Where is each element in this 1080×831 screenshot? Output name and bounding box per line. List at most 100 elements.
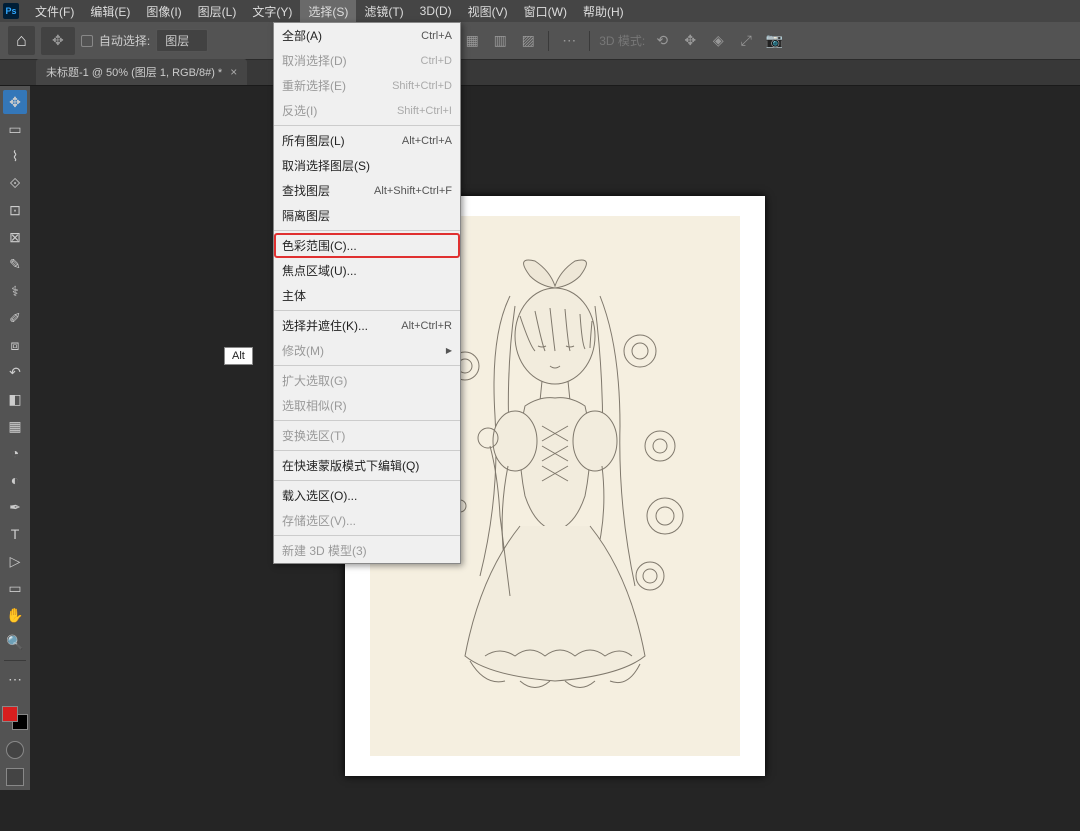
layer-select-dropdown[interactable]: 图层 bbox=[156, 29, 208, 52]
history-brush-tool[interactable]: ↶ bbox=[3, 360, 27, 384]
3d-pan-icon[interactable]: ✥ bbox=[679, 30, 701, 52]
screen-mode-toggle[interactable] bbox=[6, 768, 24, 786]
healing-tool[interactable]: ⚕ bbox=[3, 279, 27, 303]
menu-item[interactable]: 焦点区域(U)... bbox=[274, 258, 460, 283]
gradient-tool[interactable]: ▦ bbox=[3, 414, 27, 438]
menu-item-label: 选择并遮住(K)... bbox=[282, 317, 368, 334]
hand-tool[interactable]: ✋ bbox=[3, 603, 27, 627]
move-tool-icon[interactable]: ✥ bbox=[47, 30, 69, 52]
stamp-tool[interactable]: ⧈ bbox=[3, 333, 27, 357]
crop-tool[interactable]: ⊡ bbox=[3, 198, 27, 222]
menu-item-label: 扩大选取(G) bbox=[282, 372, 347, 389]
menu-edit[interactable]: 编辑(E) bbox=[82, 0, 138, 23]
menu-item-label: 色彩范围(C)... bbox=[282, 237, 357, 254]
eraser-tool[interactable]: ◧ bbox=[3, 387, 27, 411]
3d-zoom-icon[interactable]: ◈ bbox=[707, 30, 729, 52]
menu-item: 存储选区(V)... bbox=[274, 508, 460, 533]
blur-tool[interactable]: ◔ bbox=[3, 441, 27, 465]
menu-item-shortcut: Alt+Ctrl+R bbox=[401, 320, 452, 332]
edit-toolbar[interactable]: ⋯ bbox=[3, 667, 27, 691]
menu-item: 修改(M) bbox=[274, 338, 460, 363]
align-right-icon[interactable]: ▥ bbox=[489, 30, 511, 52]
menu-item: 扩大选取(G) bbox=[274, 368, 460, 393]
document-tab[interactable]: 未标题-1 @ 50% (图层 1, RGB/8#) * × bbox=[36, 59, 247, 85]
menu-item-shortcut: Ctrl+A bbox=[421, 30, 452, 42]
menu-item-shortcut: Alt+Ctrl+A bbox=[402, 135, 452, 147]
distribute-icon[interactable]: ▨ bbox=[517, 30, 539, 52]
menu-layer[interactable]: 图层(L) bbox=[190, 0, 245, 23]
quick-select-tool[interactable]: ⟐ bbox=[3, 171, 27, 195]
menu-item[interactable]: 所有图层(L) Alt+Ctrl+A bbox=[274, 128, 460, 153]
menu-item[interactable]: 载入选区(O)... bbox=[274, 483, 460, 508]
more-icon[interactable]: ⋯ bbox=[558, 30, 580, 52]
menu-item[interactable]: 隔离图层 bbox=[274, 203, 460, 228]
3d-rotate-icon[interactable]: ⤢ bbox=[735, 30, 757, 52]
toolbox: ✥ ▭ ⌇ ⟐ ⊡ ⊠ ✎ ⚕ ✐ ⧈ ↶ ◧ ▦ ◔ ◐ ✒ T ▷ ▭ ✋ … bbox=[0, 86, 30, 790]
brush-tool[interactable]: ✐ bbox=[3, 306, 27, 330]
menu-item[interactable]: 在快速蒙版模式下编辑(Q) bbox=[274, 453, 460, 478]
menu-file[interactable]: 文件(F) bbox=[27, 0, 82, 23]
menu-item[interactable]: 全部(A)Ctrl+A bbox=[274, 23, 460, 48]
menu-filter[interactable]: 滤镜(T) bbox=[356, 0, 411, 23]
3d-orbit-icon[interactable]: ⟲ bbox=[651, 30, 673, 52]
menu-item: 变换选区(T) bbox=[274, 423, 460, 448]
menu-item-shortcut: Shift+Ctrl+I bbox=[397, 105, 452, 117]
menu-item[interactable]: 色彩范围(C)... bbox=[274, 233, 460, 258]
shape-tool[interactable]: ▭ bbox=[3, 576, 27, 600]
divider bbox=[589, 31, 590, 51]
menu-image[interactable]: 图像(I) bbox=[138, 0, 189, 23]
menu-3d[interactable]: 3D(D) bbox=[412, 1, 460, 21]
zoom-tool[interactable]: 🔍 bbox=[3, 630, 27, 654]
frame-tool[interactable]: ⊠ bbox=[3, 225, 27, 249]
pen-tool[interactable]: ✒ bbox=[3, 495, 27, 519]
menu-view[interactable]: 视图(V) bbox=[460, 0, 516, 23]
options-bar: ⌂ ✥ 自动选择: 图层 ▤ ▦ ▥ ▨ ⋯ 3D 模式: ⟲ ✥ ◈ ⤢ 📷 bbox=[0, 22, 1080, 60]
separator bbox=[274, 230, 460, 231]
app-icon: Ps bbox=[3, 3, 19, 19]
color-swatches[interactable] bbox=[2, 698, 28, 724]
move-tool[interactable]: ✥ bbox=[3, 90, 27, 114]
menu-type[interactable]: 文字(Y) bbox=[244, 0, 300, 23]
separator bbox=[274, 420, 460, 421]
home-icon[interactable]: ⌂ bbox=[8, 26, 35, 55]
type-tool[interactable]: T bbox=[3, 522, 27, 546]
menu-item-label: 取消选择(D) bbox=[282, 52, 347, 69]
marquee-tool[interactable]: ▭ bbox=[3, 117, 27, 141]
menu-item: 重新选择(E) Shift+Ctrl+D bbox=[274, 73, 460, 98]
menu-item[interactable]: 选择并遮住(K)... Alt+Ctrl+R bbox=[274, 313, 460, 338]
3d-camera-icon[interactable]: 📷 bbox=[763, 30, 785, 52]
alt-tooltip: Alt bbox=[224, 347, 253, 365]
align-center-icon[interactable]: ▦ bbox=[461, 30, 483, 52]
menu-item: 新建 3D 模型(3) bbox=[274, 538, 460, 563]
document-tab-bar: 未标题-1 @ 50% (图层 1, RGB/8#) * × bbox=[0, 60, 1080, 86]
menu-item-shortcut: Alt+Shift+Ctrl+F bbox=[374, 185, 452, 197]
path-select-tool[interactable]: ▷ bbox=[3, 549, 27, 573]
menu-window[interactable]: 窗口(W) bbox=[516, 0, 575, 23]
lasso-tool[interactable]: ⌇ bbox=[3, 144, 27, 168]
menu-item-label: 查找图层 bbox=[282, 182, 330, 199]
menu-item-label: 隔离图层 bbox=[282, 207, 330, 224]
menu-item[interactable]: 主体 bbox=[274, 283, 460, 308]
menu-item-label: 所有图层(L) bbox=[282, 132, 345, 149]
menu-item-label: 新建 3D 模型(3) bbox=[282, 542, 367, 559]
separator bbox=[274, 535, 460, 536]
menu-item[interactable]: 取消选择图层(S) bbox=[274, 153, 460, 178]
auto-select-label: 自动选择: bbox=[99, 32, 150, 49]
menu-item: 取消选择(D)Ctrl+D bbox=[274, 48, 460, 73]
menu-item: 反选(I)Shift+Ctrl+I bbox=[274, 98, 460, 123]
menu-item-label: 重新选择(E) bbox=[282, 77, 346, 94]
menu-item-shortcut: Shift+Ctrl+D bbox=[392, 80, 452, 92]
auto-select-checkbox[interactable] bbox=[81, 35, 93, 47]
menu-item-label: 取消选择图层(S) bbox=[282, 157, 370, 174]
eyedropper-tool[interactable]: ✎ bbox=[3, 252, 27, 276]
dodge-tool[interactable]: ◐ bbox=[3, 468, 27, 492]
menu-item: 选取相似(R) bbox=[274, 393, 460, 418]
menu-item-label: 主体 bbox=[282, 287, 306, 304]
menu-item[interactable]: 查找图层 Alt+Shift+Ctrl+F bbox=[274, 178, 460, 203]
foreground-color[interactable] bbox=[2, 706, 18, 722]
menu-help[interactable]: 帮助(H) bbox=[575, 0, 632, 23]
menu-select[interactable]: 选择(S) bbox=[300, 0, 356, 23]
tab-close-icon[interactable]: × bbox=[230, 65, 237, 79]
quick-mask-toggle[interactable] bbox=[6, 741, 24, 759]
menu-item-label: 选取相似(R) bbox=[282, 397, 347, 414]
